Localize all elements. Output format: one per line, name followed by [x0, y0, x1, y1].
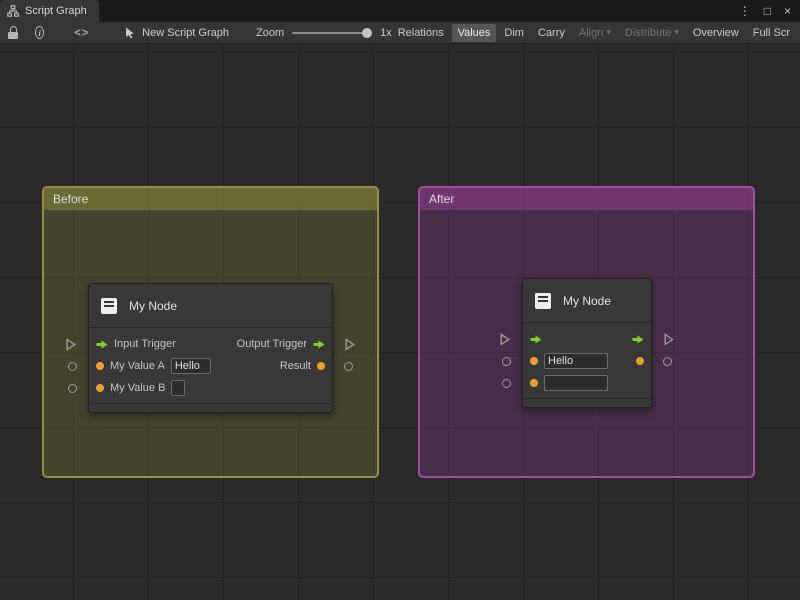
value-b-label: My Value B [110, 382, 165, 394]
output-trigger-port-icon[interactable] [632, 334, 644, 345]
outer-value-a-port[interactable] [502, 357, 511, 366]
dim-button[interactable]: Dim [498, 24, 530, 42]
outer-value-b-port[interactable] [502, 379, 511, 388]
zoom-value: 1x [380, 27, 392, 39]
script-graph-icon [7, 5, 19, 17]
node-body: Input Trigger Output Trigger My Value A … [89, 328, 332, 399]
output-trigger-label: Output Trigger [237, 338, 307, 350]
value-b-port-icon[interactable] [530, 379, 538, 387]
outer-input-trigger-port[interactable] [500, 333, 510, 346]
graph-canvas[interactable]: Before After [0, 44, 800, 600]
node-row-triggers: Input Trigger Output Trigger [89, 333, 332, 355]
node-row-value-a: My Value A Result [89, 355, 332, 377]
zoom-control: Zoom 1x [256, 27, 392, 39]
overview-button[interactable]: Overview [687, 24, 745, 42]
group-before-title: Before [53, 192, 88, 206]
node-row-triggers [523, 328, 651, 350]
result-port-icon[interactable] [317, 362, 325, 370]
node-my-node-after[interactable]: My Node [522, 278, 652, 408]
node-icon [532, 290, 554, 312]
fullscreen-button[interactable]: Full Scr [747, 24, 796, 42]
graph-pointer-icon [125, 27, 135, 39]
input-trigger-port-icon[interactable] [96, 339, 108, 350]
kebab-menu-icon[interactable]: ⋮ [739, 5, 751, 17]
input-trigger-port-icon[interactable] [530, 334, 542, 345]
outer-result-port[interactable] [344, 362, 353, 371]
window-controls: ⋮ □ × [739, 0, 800, 22]
script-graph-window: Script Graph ⋮ □ × i <> New Script Graph… [0, 0, 800, 600]
relations-button[interactable]: Relations [392, 24, 450, 42]
graph-breadcrumb[interactable]: New Script Graph [125, 27, 229, 39]
code-preview-icon[interactable]: <> [74, 27, 89, 39]
node-icon [98, 295, 120, 317]
value-b-input[interactable] [171, 380, 185, 396]
group-before-header[interactable]: Before [44, 188, 377, 210]
zoom-slider[interactable] [292, 27, 372, 39]
node-title: My Node [563, 294, 611, 308]
value-a-port-icon[interactable] [96, 362, 104, 370]
tab-title: Script Graph [25, 5, 87, 17]
value-b-input[interactable] [544, 375, 608, 391]
zoom-slider-track[interactable] [292, 32, 372, 34]
group-after-title: After [429, 192, 454, 206]
node-title: My Node [129, 299, 177, 313]
outer-output-trigger-port[interactable] [664, 333, 674, 346]
value-a-input[interactable] [544, 353, 608, 369]
node-row-value-b: My Value B [89, 377, 332, 399]
result-label: Result [280, 360, 311, 372]
group-after-header[interactable]: After [420, 188, 753, 210]
toolbar-buttons: Relations Values Dim Carry Align ▾ Distr… [392, 24, 796, 42]
value-a-label: My Value A [110, 360, 165, 372]
value-a-port-icon[interactable] [530, 357, 538, 365]
zoom-label: Zoom [256, 27, 284, 39]
outer-value-b-port[interactable] [68, 384, 77, 393]
node-row-value-b [523, 372, 651, 394]
node-header[interactable]: My Node [523, 279, 651, 323]
node-row-value-a [523, 350, 651, 372]
zoom-slider-knob[interactable] [362, 28, 372, 38]
align-button[interactable]: Align ▾ [573, 24, 617, 42]
node-my-node-before[interactable]: My Node Input Trigger Output Trigger [88, 283, 333, 413]
node-footer [523, 398, 651, 407]
close-icon[interactable]: × [784, 5, 791, 17]
value-a-input[interactable] [171, 358, 211, 374]
outer-result-port[interactable] [663, 357, 672, 366]
outer-value-a-port[interactable] [68, 362, 77, 371]
node-footer [89, 403, 332, 412]
graph-name: New Script Graph [142, 27, 229, 39]
outer-input-trigger-port[interactable] [66, 338, 76, 351]
node-body [523, 323, 651, 394]
distribute-button[interactable]: Distribute ▾ [619, 24, 685, 42]
tab-bar: Script Graph ⋮ □ × [0, 0, 800, 22]
graph-toolbar: i <> New Script Graph Zoom 1x Relations … [0, 22, 800, 44]
value-b-port-icon[interactable] [96, 384, 104, 392]
lock-icon[interactable] [8, 26, 18, 39]
result-port-icon[interactable] [636, 357, 644, 365]
info-icon[interactable]: i [35, 26, 44, 39]
node-header[interactable]: My Node [89, 284, 332, 328]
maximize-icon[interactable]: □ [764, 5, 771, 17]
outer-output-trigger-port[interactable] [345, 338, 355, 351]
tab-script-graph[interactable]: Script Graph [0, 0, 99, 22]
output-trigger-port-icon[interactable] [313, 339, 325, 350]
carry-button[interactable]: Carry [532, 24, 571, 42]
chevron-down-icon: ▾ [674, 27, 679, 38]
input-trigger-label: Input Trigger [114, 338, 176, 350]
chevron-down-icon: ▾ [606, 27, 611, 38]
values-button[interactable]: Values [452, 24, 497, 42]
